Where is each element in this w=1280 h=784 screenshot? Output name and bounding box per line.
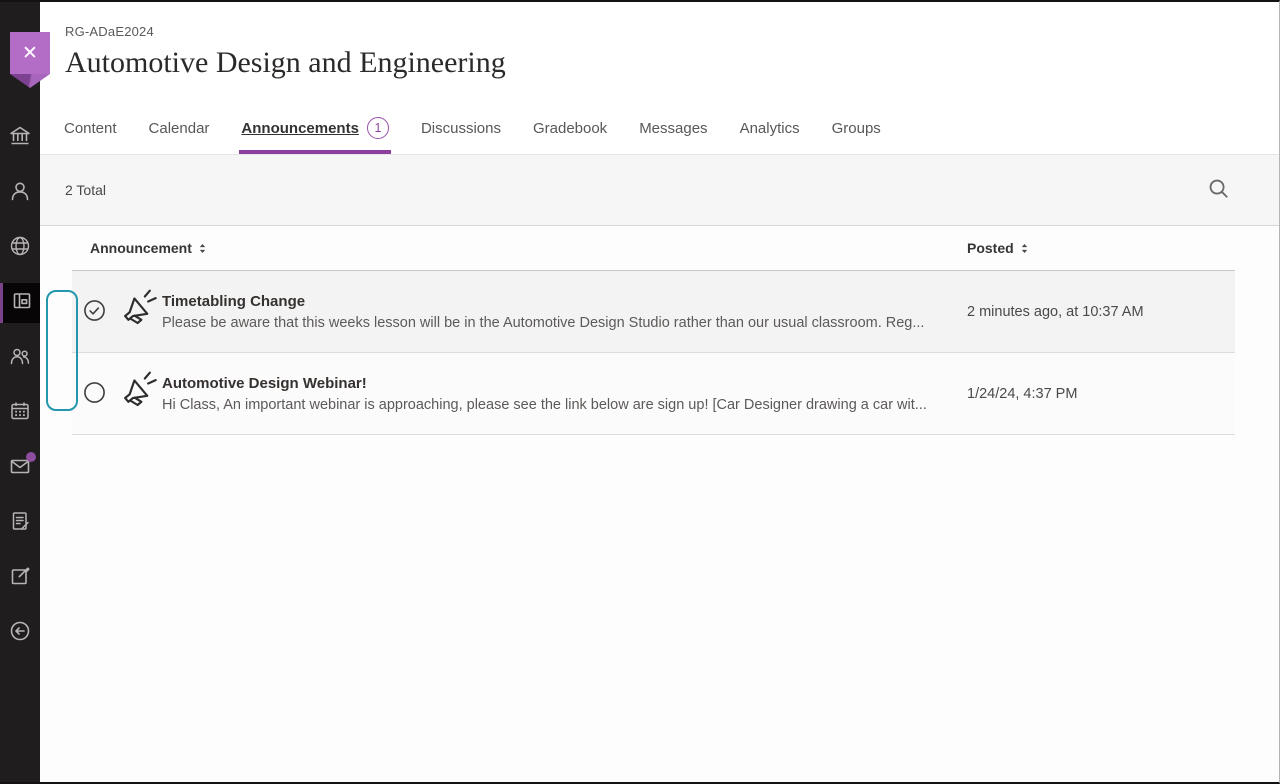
courses-icon (10, 289, 34, 318)
tab-groups[interactable]: Groups (830, 102, 883, 154)
megaphone-icon (119, 371, 159, 416)
tab-gradebook[interactable]: Gradebook (531, 102, 609, 154)
tab-calendar[interactable]: Calendar (147, 102, 212, 154)
announcements-table: Announcement Posted (40, 226, 1279, 782)
tools-icon (8, 564, 32, 593)
read-status-toggle[interactable] (83, 381, 106, 407)
sidebar-item-organizations[interactable] (0, 338, 40, 378)
table-header-row: Announcement Posted (72, 226, 1235, 271)
close-icon: ✕ (22, 42, 38, 65)
main-content: RG-ADaE2024 Automotive Design and Engine… (40, 2, 1279, 782)
messages-notification-badge (26, 452, 36, 462)
sign-out-icon (8, 619, 32, 648)
megaphone-icon (119, 289, 159, 334)
grades-icon (8, 509, 32, 538)
sidebar-item-institution[interactable] (0, 118, 40, 158)
tab-content[interactable]: Content (62, 102, 119, 154)
app-sidebar (0, 2, 40, 782)
course-tabs: Content Calendar Announcements 1 Discuss… (40, 102, 1279, 155)
announcement-title: Timetabling Change (162, 293, 947, 310)
announcement-row[interactable]: Timetabling Change Please be aware that … (72, 271, 1235, 353)
tab-announcements[interactable]: Announcements 1 (239, 102, 391, 154)
announcement-preview: Please be aware that this weeks lesson w… (162, 315, 947, 331)
search-icon (1207, 177, 1230, 203)
course-header: RG-ADaE2024 Automotive Design and Engine… (40, 2, 1279, 102)
tab-messages[interactable]: Messages (637, 102, 709, 154)
ribbon-tail (10, 74, 50, 88)
posted-date: 1/24/24, 4:37 PM (967, 386, 1235, 402)
sort-icon (1020, 243, 1029, 254)
calendar-icon (8, 399, 32, 428)
sort-icon (198, 243, 207, 254)
tab-discussions[interactable]: Discussions (419, 102, 503, 154)
page-title: Automotive Design and Engineering (65, 46, 1279, 80)
sidebar-item-tools[interactable] (0, 558, 40, 598)
sidebar-item-profile[interactable] (0, 173, 40, 213)
institution-icon (8, 124, 32, 153)
sidebar-item-grades[interactable] (0, 503, 40, 543)
sidebar-item-courses[interactable] (0, 283, 40, 323)
close-course-button[interactable]: ✕ (10, 32, 50, 88)
column-header-announcement[interactable]: Announcement (72, 240, 967, 256)
announcement-row[interactable]: Automotive Design Webinar! Hi Class, An … (72, 353, 1235, 435)
search-button[interactable] (1203, 175, 1233, 205)
column-header-posted[interactable]: Posted (967, 240, 1235, 256)
total-count: 2 Total (65, 182, 106, 198)
announcements-toolbar: 2 Total (40, 155, 1279, 226)
app-window: ✕ RG-ADaE2024 Automotive Design and Engi… (0, 0, 1280, 784)
course-id: RG-ADaE2024 (65, 24, 1279, 39)
globe-icon (8, 234, 32, 263)
announcements-count-badge: 1 (367, 117, 389, 139)
circle-icon (83, 381, 106, 407)
circle-check-icon (83, 299, 106, 325)
read-status-toggle[interactable] (83, 299, 106, 325)
profile-icon (8, 179, 32, 208)
announcement-title: Automotive Design Webinar! (162, 375, 947, 392)
organizations-icon (8, 344, 32, 373)
announcement-preview: Hi Class, An important webinar is approa… (162, 397, 947, 413)
sidebar-item-messages[interactable] (0, 448, 40, 488)
posted-date: 2 minutes ago, at 10:37 AM (967, 304, 1235, 320)
sidebar-item-sign-out[interactable] (0, 613, 40, 653)
tab-analytics[interactable]: Analytics (738, 102, 802, 154)
sidebar-item-activity[interactable] (0, 228, 40, 268)
sidebar-item-calendar[interactable] (0, 393, 40, 433)
